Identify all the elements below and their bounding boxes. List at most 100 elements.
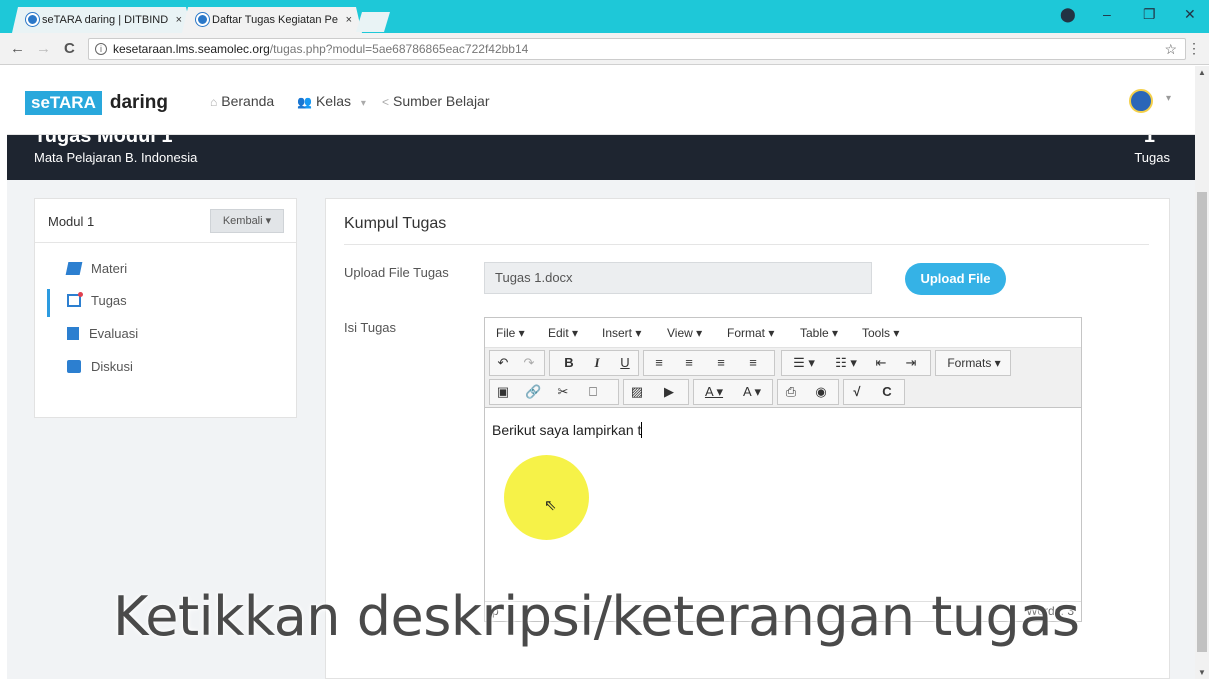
nav-beranda[interactable]: ⌂ Beranda [210,93,274,109]
text-color-icon[interactable]: A ▾ [697,380,731,404]
site-info-icon[interactable]: i [95,43,107,55]
close-window-icon[interactable]: ✕ [1184,6,1196,23]
divider [344,244,1149,245]
indent-icon[interactable]: ⇥ [903,351,919,375]
bookmark-star-icon[interactable]: ☆ [1164,39,1177,59]
page-header: Tugas Modul 1 Mata Pelajaran B. Indonesi… [7,135,1195,180]
browser-tab[interactable]: seTARA daring | DITBIND × [12,7,192,33]
logo-word: daring [109,92,168,113]
tab-close-icon[interactable]: × [346,7,352,33]
redo-icon[interactable]: ↷ [521,351,537,375]
module-sidebar: Modul 1 Kembali ▾ Materi Tugas Evaluasi … [34,198,297,418]
back-icon[interactable]: ← [10,40,25,57]
active-indicator [47,289,50,317]
users-icon: 👥 [297,95,312,109]
clipboard-icon [67,327,79,340]
bold-icon[interactable]: B [561,351,577,375]
align-left-icon[interactable]: ≡ [651,351,667,375]
browser-tab-active[interactable]: Daftar Tugas Kegiatan Pe × [182,7,362,33]
site-favicon-icon [196,13,209,26]
mouse-pointer-icon: ⇖ [544,497,557,514]
menu-file[interactable]: File ▾ [496,326,525,340]
underline-icon[interactable]: U [617,351,633,375]
tab-title: Daftar Tugas Kegiatan Pe [212,14,338,26]
account-icon[interactable]: ⬤ [1060,6,1076,23]
menu-view[interactable]: View ▾ [667,326,702,340]
scrollbar-thumb[interactable] [1197,192,1207,652]
video-caption: Ketikkan deskripsi/keterangan tugas [113,585,1080,648]
site-logo[interactable]: seTARA daring [25,91,168,115]
sidebar-item-diskusi[interactable]: Diskusi [67,357,133,377]
page-title: Tugas Modul 1 [34,135,173,147]
logo-box: seTARA [25,91,102,115]
browser-menu-icon[interactable]: ⋮ [1187,40,1201,57]
upload-label: Upload File Tugas [344,265,449,280]
tab-title: seTARA daring | DITBIND [42,14,169,26]
page-scrollbar[interactable]: ▲ ▼ [1195,66,1209,679]
align-center-icon[interactable]: ≡ [681,351,697,375]
outdent-icon[interactable]: ⇤ [873,351,889,375]
kembali-button[interactable]: Kembali ▾ [210,209,284,233]
link-icon[interactable]: 🔗 [525,380,541,404]
task-label: Tugas [1134,150,1170,165]
sidebar-item-tugas[interactable]: Tugas [67,291,127,311]
image-icon[interactable]: ▨ [629,380,645,404]
address-bar: ← → C i kesetaraan.lms.seamolec.org/tuga… [0,33,1209,65]
italic-icon[interactable]: I [589,351,605,375]
scroll-up-icon[interactable]: ▲ [1198,68,1206,77]
task-count: 1 [1143,135,1155,147]
maximize-icon[interactable]: ❐ [1143,6,1156,23]
new-tab-button[interactable] [356,12,390,32]
spellcheck-icon[interactable]: √ [847,380,867,404]
menu-table[interactable]: Table ▾ [800,326,838,340]
numbered-list-icon[interactable]: ☷ ▾ [829,351,863,375]
reload-icon[interactable]: C [64,40,75,57]
align-right-icon[interactable]: ≡ [713,351,729,375]
undo-icon[interactable]: ↶ [495,351,511,375]
page-subtitle: Mata Pelajaran B. Indonesia [34,150,198,165]
menu-format[interactable]: Format ▾ [727,326,774,340]
nav-kelas[interactable]: 👥 Kelas ▾ [297,93,366,109]
share-icon: < [382,95,390,109]
upload-file-button[interactable]: Upload File [905,263,1006,295]
sidebar-item-evaluasi[interactable]: Evaluasi [67,324,138,344]
isi-tugas-label: Isi Tugas [344,320,397,335]
background-color-icon[interactable]: A ▾ [735,380,769,404]
url-path: /tugas.php?modul=5ae68786865eac722f42bb1… [269,42,529,56]
menu-edit[interactable]: Edit ▾ [548,326,578,340]
editor-text: Berikut saya lampirkan t [492,422,642,438]
user-avatar[interactable] [1129,89,1153,113]
menu-tools[interactable]: Tools ▾ [862,326,899,340]
unlink-icon[interactable]: ✂ [555,380,571,404]
bookmark-icon[interactable]: ⎕ [585,380,601,404]
minimize-icon[interactable]: – [1103,6,1111,22]
file-input[interactable]: Tugas 1.docx [484,262,872,294]
sidebar-header: Modul 1 Kembali ▾ [35,199,296,243]
panel-title: Kumpul Tugas [344,215,447,232]
menu-insert[interactable]: Insert ▾ [602,326,641,340]
code-icon[interactable]: C [879,380,895,404]
tab-close-icon[interactable]: × [176,7,182,33]
chevron-down-icon[interactable]: ▾ [1166,93,1171,104]
editor-toolbar: ↶ ↷ B I U ≡ ≡ ≡ ≡ ☰ ▾ ☷ ▾ ⇤ ⇥ Formats ▾ … [485,348,1081,408]
sidebar-item-label: Evaluasi [89,326,139,341]
text-cursor [641,422,643,438]
nav-label: Beranda [221,93,275,109]
print-icon[interactable]: ⎙ [783,380,799,404]
nav-sumber-belajar[interactable]: < Sumber Belajar [382,93,490,109]
image-manager-icon[interactable]: ▣ [495,380,511,404]
media-icon[interactable]: ▶ [661,380,677,404]
align-justify-icon[interactable]: ≡ [745,351,761,375]
preview-icon[interactable]: ◉ [813,380,829,404]
url-input[interactable]: i kesetaraan.lms.seamolec.org/tugas.php?… [88,38,1186,60]
site-favicon-icon [26,13,39,26]
home-icon: ⌂ [210,95,218,109]
editor-menubar: File ▾ Edit ▾ Insert ▾ View ▾ Format ▾ T… [485,318,1081,348]
forward-icon[interactable]: → [36,40,51,57]
sidebar-item-materi[interactable]: Materi [65,259,127,279]
scroll-down-icon[interactable]: ▼ [1198,668,1206,677]
bullet-list-icon[interactable]: ☰ ▾ [787,351,821,375]
nav-label: Sumber Belajar [393,93,490,109]
sidebar-item-label: Tugas [91,293,127,308]
sidebar-item-label: Diskusi [91,359,133,374]
